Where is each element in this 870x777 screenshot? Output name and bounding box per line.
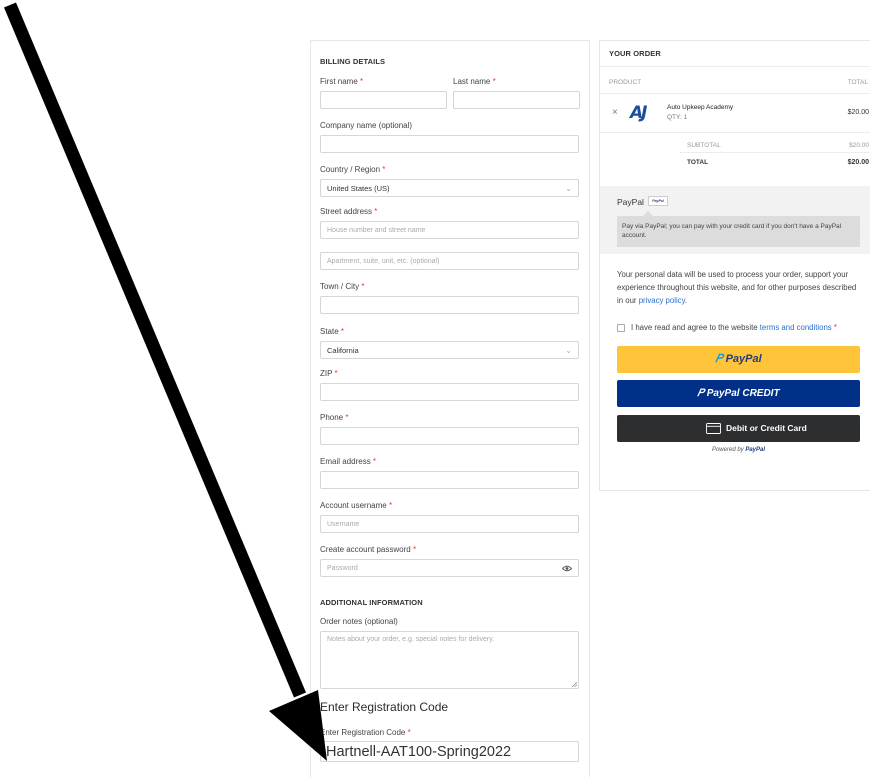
order-panel: YOUR ORDER PRODUCT TOTAL × AJ Auto Upkee… (599, 40, 870, 491)
billing-panel: BILLING DETAILS First name * Last name *… (310, 40, 590, 777)
email-field[interactable] (320, 471, 579, 489)
paypal-p-icon: 𝑃 (715, 353, 723, 365)
payment-description-text: Pay via PayPal; you can pay with your cr… (622, 223, 842, 239)
country-select[interactable]: United States (US) ⌄ (320, 179, 579, 197)
zip-field[interactable] (320, 383, 579, 401)
paypal-button[interactable]: 𝑃 PayPal (617, 346, 860, 373)
arrow-shaft (4, 2, 306, 698)
order-notes-label: Order notes (optional) (320, 617, 398, 626)
order-notes-placeholder: Notes about your order, e.g. special not… (327, 636, 495, 643)
divider (600, 132, 870, 133)
registration-code-label: Enter Registration Code * (320, 728, 411, 737)
terms-checkbox[interactable] (617, 324, 625, 332)
chevron-down-icon: ⌄ (565, 346, 572, 355)
subtotal-value: $20.00 (849, 142, 869, 149)
registration-title: Enter Registration Code (320, 700, 449, 714)
password-label: Create account password * (320, 545, 417, 554)
username-placeholder: Username (327, 521, 360, 528)
registration-code-field[interactable]: Hartnell-AAT100-Spring2022 (320, 741, 579, 762)
chevron-down-icon: ⌄ (565, 184, 572, 193)
total-value: $20.00 (847, 159, 869, 166)
remove-item-icon[interactable]: × (612, 107, 618, 118)
total-label: TOTAL (687, 159, 709, 166)
apartment-placeholder: Apartment, suite, unit, etc. (optional) (327, 258, 440, 265)
paypal-badge-text: PayPal (652, 199, 664, 203)
paypal-credit-button[interactable]: 𝑃 PayPal CREDIT (617, 380, 860, 407)
password-field[interactable]: Password (320, 559, 579, 577)
state-select-value: California (327, 346, 359, 355)
zip-label: ZIP * (320, 369, 338, 378)
paypal-button-label: 𝑃 PayPal (715, 353, 762, 365)
additional-info-title: ADDITIONAL INFORMATION (320, 598, 423, 607)
first-name-label: First name * (320, 77, 364, 86)
product-name: Auto Upkeep Academy (667, 104, 734, 111)
product-price: $20.00 (847, 109, 869, 116)
tooltip-caret (643, 211, 653, 216)
street-placeholder: House number and street name (327, 227, 426, 234)
your-order-title: YOUR ORDER (609, 49, 661, 58)
billing-title: BILLING DETAILS (320, 57, 386, 66)
payment-method-label[interactable]: PayPal (617, 197, 644, 207)
username-field[interactable]: Username (320, 515, 579, 533)
resize-handle-icon[interactable] (571, 681, 577, 687)
paypal-p-icon: 𝑃 (697, 388, 704, 399)
street-field[interactable]: House number and street name (320, 221, 579, 239)
debit-credit-card-label: Debit or Credit Card (726, 423, 807, 433)
terms-label: I have read and agree to the website ter… (631, 323, 837, 332)
debit-credit-card-button[interactable]: Debit or Credit Card (617, 415, 860, 442)
product-logo-text: AJ (630, 103, 647, 123)
terms-link[interactable]: terms and conditions (760, 323, 832, 332)
powered-by-brand: PayPal (745, 447, 766, 453)
phone-field[interactable] (320, 427, 579, 445)
subtotal-label: SUBTOTAL (687, 142, 721, 149)
company-label: Company name (optional) (320, 121, 413, 130)
country-select-value: United States (US) (327, 184, 390, 193)
username-label: Account username * (320, 501, 393, 510)
first-name-field[interactable] (320, 91, 447, 109)
powered-by-paypal: Powered by PayPal (711, 447, 766, 453)
country-label: Country / Region * (320, 165, 386, 174)
city-field[interactable] (320, 296, 579, 314)
col-product-header: PRODUCT (609, 79, 642, 86)
divider (680, 152, 870, 153)
col-total-header: TOTAL (847, 79, 868, 86)
state-select[interactable]: California ⌄ (320, 341, 579, 359)
paypal-credit-label: 𝑃 PayPal CREDIT (697, 388, 780, 399)
email-label: Email address * (320, 457, 377, 466)
privacy-notice: Your personal data will be used to proce… (617, 270, 857, 305)
password-placeholder: Password (327, 565, 358, 572)
eye-icon[interactable] (562, 565, 572, 572)
payment-methods-box: PayPal PayPal Pay via PayPal; you can pa… (600, 186, 870, 254)
last-name-label: Last name * (453, 77, 496, 86)
apartment-field[interactable]: Apartment, suite, unit, etc. (optional) (320, 252, 579, 270)
credit-card-icon (706, 423, 721, 434)
paypal-badge-icon: PayPal (648, 196, 668, 206)
product-qty: QTY: 1 (667, 114, 688, 121)
order-notes-textarea[interactable]: Notes about your order, e.g. special not… (320, 631, 579, 689)
divider (600, 93, 870, 94)
product-logo: AJ (630, 102, 656, 124)
privacy-policy-link[interactable]: privacy policy (639, 296, 685, 305)
payment-description: Pay via PayPal; you can pay with your cr… (617, 211, 860, 247)
city-label: Town / City * (320, 282, 365, 291)
street-label: Street address * (320, 207, 378, 216)
state-label: State * (320, 327, 345, 336)
phone-label: Phone * (320, 413, 349, 422)
company-field[interactable] (320, 135, 579, 153)
last-name-field[interactable] (453, 91, 580, 109)
registration-code-value: Hartnell-AAT100-Spring2022 (326, 744, 512, 760)
divider (600, 66, 870, 67)
